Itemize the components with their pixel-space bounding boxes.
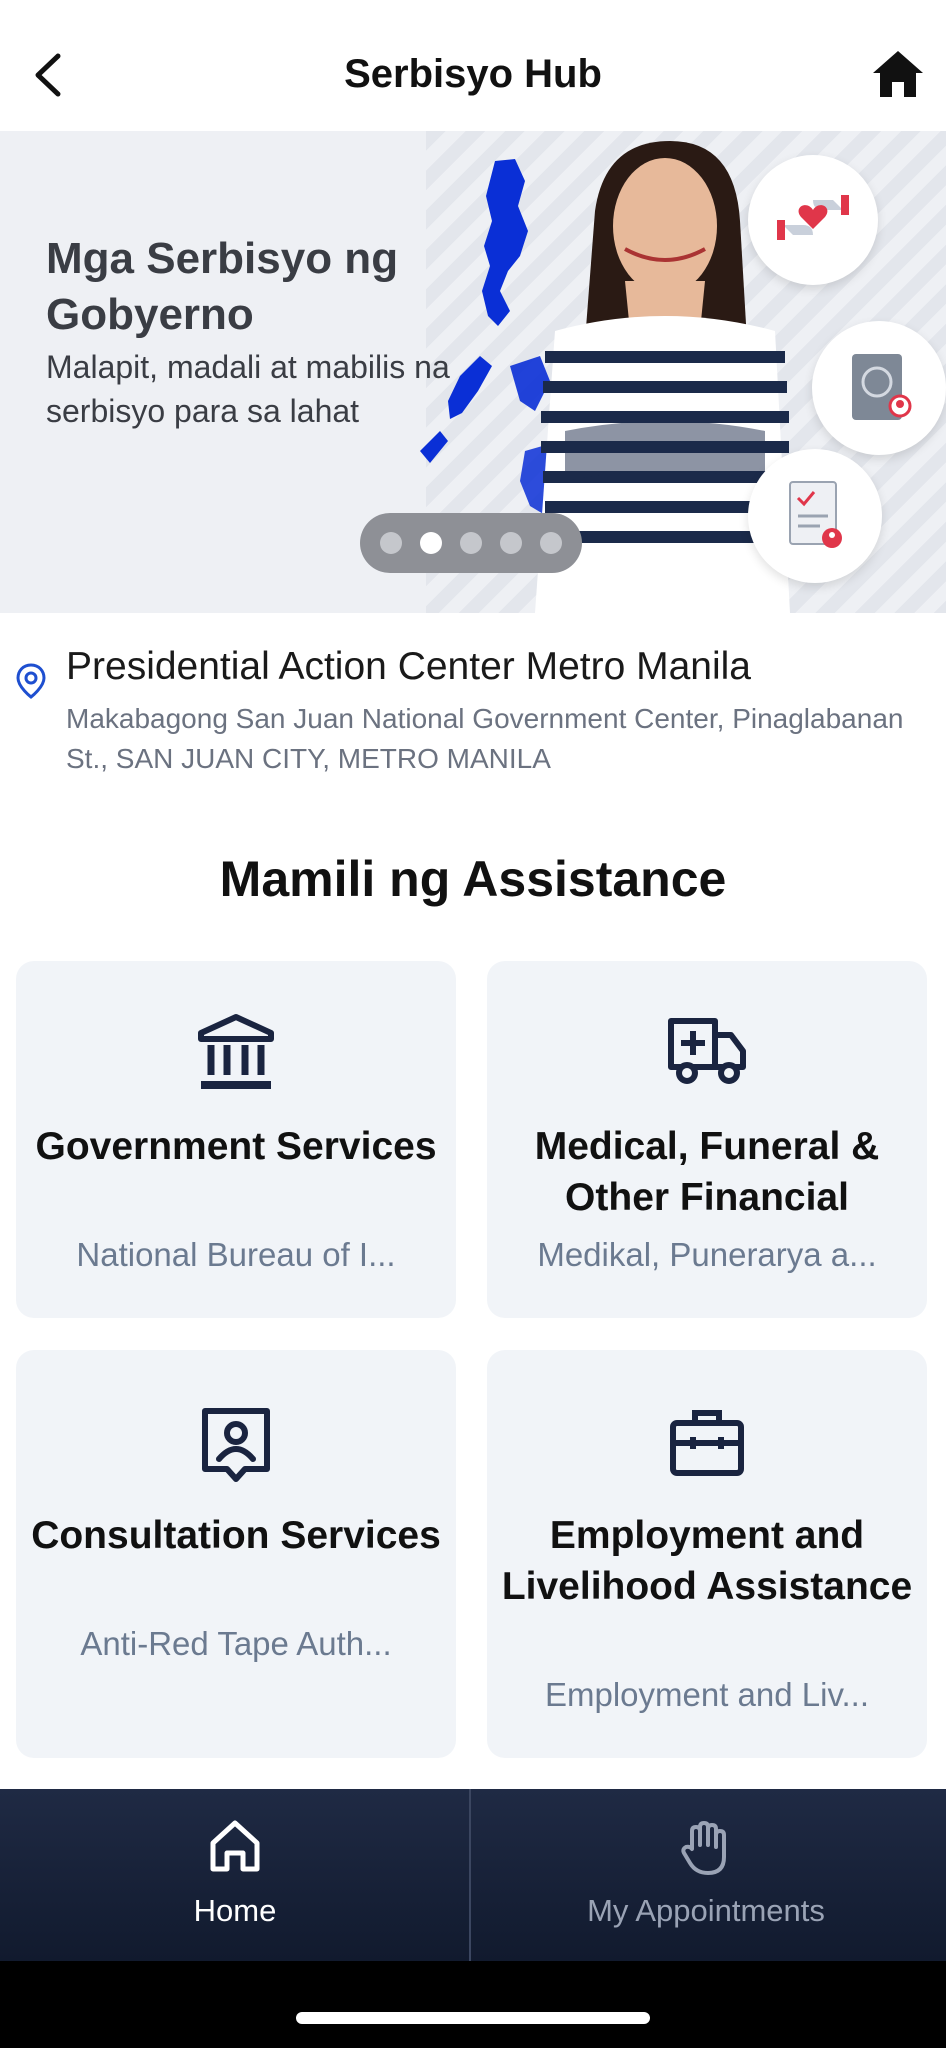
consultation-icon bbox=[202, 1408, 270, 1482]
nav-item-home[interactable]: Home bbox=[0, 1789, 470, 1961]
banner-subtitle: Malapit, madali at mabilis na serbisyo p… bbox=[46, 349, 450, 429]
card-subtitle: Anti-Red Tape Auth... bbox=[80, 1625, 392, 1662]
passport-icon bbox=[852, 354, 912, 420]
page-title: Serbisyo Hub bbox=[344, 52, 602, 96]
system-bar bbox=[0, 1961, 946, 2048]
badge-care bbox=[748, 155, 878, 285]
card-government-services[interactable]: Government Services National Bureau of I… bbox=[16, 961, 456, 1318]
carousel-indicator[interactable] bbox=[360, 513, 582, 573]
card-subtitle: Medikal, Punerarya a... bbox=[537, 1236, 877, 1273]
document-check-icon bbox=[789, 481, 842, 548]
carousel-dot[interactable] bbox=[500, 532, 522, 554]
card-title: Government Services bbox=[35, 1125, 437, 1168]
promo-banner[interactable]: Mga Serbisyo ng Gobyerno Malapit, madali… bbox=[0, 131, 946, 613]
location-name: Presidential Action Center Metro Manila bbox=[66, 645, 751, 688]
section-title: Mamili ng Assistance bbox=[219, 851, 727, 907]
card-subtitle: National Bureau of I... bbox=[76, 1236, 396, 1273]
card-consultation-services[interactable]: Consultation Services Anti-Red Tape Auth… bbox=[16, 1350, 456, 1758]
hands-heart-icon bbox=[777, 195, 849, 240]
card-employment-livelihood[interactable]: Employment and Livelihood Assistance Emp… bbox=[487, 1350, 927, 1758]
home-indicator[interactable] bbox=[296, 2012, 650, 2024]
card-medical-funeral-financial[interactable]: Medical, Funeral & Other Financial Medik… bbox=[487, 961, 927, 1318]
home-icon bbox=[873, 51, 923, 97]
location-pin-icon bbox=[16, 663, 46, 699]
carousel-dot[interactable] bbox=[380, 532, 402, 554]
nav-item-my-appointments[interactable]: My Appointments bbox=[471, 1789, 941, 1961]
briefcase-icon bbox=[670, 1410, 744, 1476]
carousel-dot-active[interactable] bbox=[420, 532, 442, 554]
card-title: Consultation Services bbox=[31, 1514, 441, 1557]
home-button[interactable] bbox=[866, 44, 930, 104]
banner-title: Mga Serbisyo ng Gobyerno bbox=[46, 234, 399, 339]
card-subtitle: Employment and Liv... bbox=[544, 1676, 870, 1713]
app-header: Serbisyo Hub bbox=[0, 0, 946, 131]
location-address: Makabagong San Juan National Government … bbox=[66, 703, 904, 774]
ambulance-icon bbox=[668, 1018, 746, 1084]
card-title: Employment and Livelihood Assistance bbox=[501, 1514, 913, 1608]
badge-document bbox=[748, 449, 882, 583]
carousel-dot[interactable] bbox=[540, 532, 562, 554]
government-building-icon bbox=[198, 1014, 274, 1089]
carousel-dot[interactable] bbox=[460, 532, 482, 554]
bottom-navigation: Home My Appointments bbox=[0, 1789, 946, 1961]
badge-passport bbox=[812, 321, 946, 455]
hand-icon bbox=[681, 1821, 726, 1875]
nav-label-home: Home bbox=[193, 1893, 277, 1928]
card-title: Medical, Funeral & Other Financial bbox=[534, 1125, 880, 1219]
home-outline-icon bbox=[210, 1820, 260, 1872]
location-info[interactable]: Presidential Action Center Metro Manila … bbox=[0, 613, 946, 783]
nav-label-my-appointments: My Appointments bbox=[587, 1893, 825, 1928]
